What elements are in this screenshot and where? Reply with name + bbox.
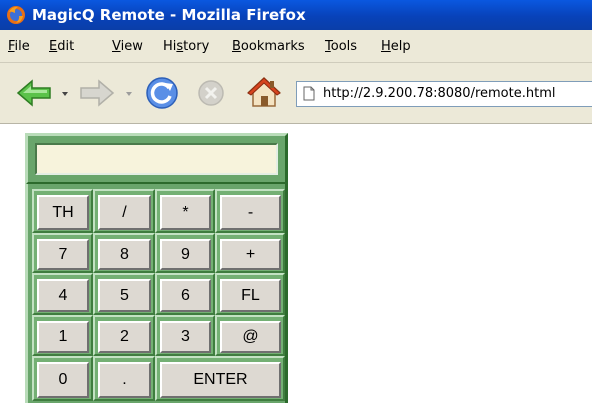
key-dot-button[interactable]: . — [98, 362, 151, 398]
keypad-cell: FL — [215, 273, 285, 315]
key-slash-button[interactable]: / — [98, 195, 151, 230]
key-1-button[interactable]: 1 — [37, 321, 89, 353]
keypad-cell: 8 — [93, 233, 155, 273]
keypad: TH / * - 7 8 9 +4 5 6 FL 1 2 3 @0. ENTER — [25, 184, 288, 403]
entry-field[interactable] — [35, 143, 278, 175]
keypad-cell: 6 — [155, 273, 215, 315]
menu-help[interactable]: Help — [381, 39, 411, 54]
key-6-button[interactable]: 6 — [160, 279, 211, 312]
menu-bookmarks-text-b: ookmarks — [240, 39, 305, 54]
key-fl-button[interactable]: FL — [220, 279, 281, 312]
keypad-cell: @ — [215, 315, 285, 356]
reload-icon[interactable] — [145, 76, 179, 110]
keypad-cell: * — [155, 189, 215, 233]
key-th-button[interactable]: TH — [37, 195, 89, 230]
key-3-button[interactable]: 3 — [160, 321, 211, 353]
menu-file-text-b: ile — [14, 39, 30, 54]
menu-view[interactable]: View — [112, 39, 143, 54]
keypad-cell: TH — [32, 189, 93, 233]
menu-edit-accesskey: E — [49, 39, 58, 54]
window-title: MagicQ Remote - Mozilla Firefox — [32, 6, 306, 24]
keypad-cell: 0 — [32, 356, 93, 401]
menu-history-text-a: Hi — [163, 39, 177, 54]
keypad-cell: 2 — [93, 315, 155, 356]
keypad-cell: 1 — [32, 315, 93, 356]
key-0-button[interactable]: 0 — [37, 362, 89, 398]
menu-edit[interactable]: Edit — [49, 39, 74, 54]
keypad-cell: 5 — [93, 273, 155, 315]
back-arrow-icon[interactable] — [15, 78, 53, 108]
menu-view-text-b: iew — [120, 39, 143, 54]
key-7-button[interactable]: 7 — [37, 239, 89, 270]
menu-help-text-b: elp — [390, 39, 411, 54]
page-icon — [303, 86, 315, 101]
key-star-button[interactable]: * — [160, 195, 211, 230]
keypad-cell: . — [93, 356, 155, 401]
keypad-cell: - — [215, 189, 285, 233]
window-title-bar[interactable]: MagicQ Remote - Mozilla Firefox — [0, 0, 592, 30]
url-text: http://2.9.200.78:8080/remote.html — [323, 86, 556, 101]
key-plus-button[interactable]: + — [220, 239, 281, 270]
back-dropdown-icon[interactable] — [62, 92, 68, 96]
keypad-cell: 4 — [32, 273, 93, 315]
key-5-button[interactable]: 5 — [98, 279, 151, 312]
navigation-toolbar: http://2.9.200.78:8080/remote.html — [0, 63, 592, 124]
key-4-button[interactable]: 4 — [37, 279, 89, 312]
key-enter-button[interactable]: ENTER — [160, 362, 281, 398]
forward-arrow-icon[interactable] — [78, 78, 116, 108]
menu-edit-text-b: dit — [57, 39, 75, 54]
key-8-button[interactable]: 8 — [98, 239, 151, 270]
menu-history[interactable]: History — [163, 39, 209, 54]
menu-bar: File Edit View History Bookmarks Tools H… — [0, 30, 592, 63]
key-2-button[interactable]: 2 — [98, 321, 151, 353]
stop-icon[interactable] — [196, 78, 226, 108]
forward-dropdown-icon[interactable] — [126, 92, 132, 96]
menu-help-accesskey: H — [381, 39, 391, 54]
firefox-icon — [7, 6, 25, 24]
menu-file[interactable]: File — [8, 39, 30, 54]
menu-history-text-b: tory — [183, 39, 210, 54]
url-bar[interactable]: http://2.9.200.78:8080/remote.html — [296, 81, 592, 107]
keypad-cell: ENTER — [155, 356, 285, 401]
menu-tools[interactable]: Tools — [325, 39, 357, 54]
keypad-cell: / — [93, 189, 155, 233]
menu-bookmarks[interactable]: Bookmarks — [232, 39, 305, 54]
entry-panel — [25, 133, 288, 185]
menu-tools-text-b: ools — [330, 39, 358, 54]
keypad-cell: 3 — [155, 315, 215, 356]
key-minus-button[interactable]: - — [220, 195, 281, 230]
keypad-cell: 7 — [32, 233, 93, 273]
menu-bookmarks-accesskey: B — [232, 39, 241, 54]
key-at-button[interactable]: @ — [220, 321, 281, 353]
keypad-cell: 9 — [155, 233, 215, 273]
home-icon[interactable] — [246, 75, 282, 109]
key-9-button[interactable]: 9 — [160, 239, 211, 270]
keypad-cell: + — [215, 233, 285, 273]
menu-view-accesskey: V — [112, 39, 121, 54]
